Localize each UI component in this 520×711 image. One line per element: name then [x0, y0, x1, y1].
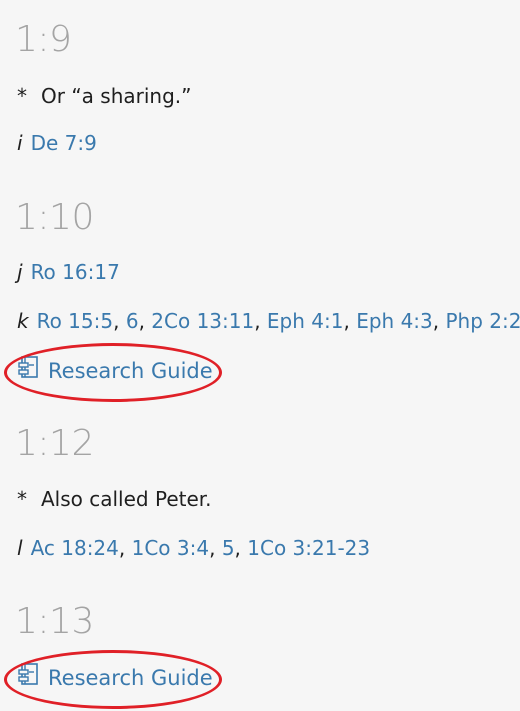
research-guide-icon [18, 355, 40, 385]
ref-link[interactable]: Ro 16:17 [31, 260, 120, 284]
ref-separator: , [432, 309, 446, 333]
ref-separator: , [113, 309, 126, 333]
research-guide-label: Research Guide [48, 666, 213, 690]
crossref-marker: j [17, 260, 23, 284]
ref-separator: , [138, 309, 152, 333]
crossref-l: l Ac 18:24, 1Co 3:4, 5, 1Co 3:21-23 [17, 536, 370, 560]
footnote-1-12: * Also called Peter. [17, 487, 212, 511]
ref-link[interactable]: 1Co 3:21-23 [247, 536, 370, 560]
crossref-j: j Ro 16:17 [17, 260, 120, 284]
crossref-k: k Ro 15:5, 6, 2Co 13:11, Eph 4:1, Eph 4:3… [17, 309, 520, 333]
research-guide-link[interactable]: Research Guide [18, 662, 213, 692]
footnote-marker: * [17, 487, 27, 511]
verse-heading-1-13: 1:13 [15, 601, 94, 642]
ref-separator: , [234, 536, 248, 560]
footnote-text: Or “a sharing.” [41, 84, 192, 108]
ref-separator: , [209, 536, 222, 560]
ref-link[interactable]: Eph 4:1 [267, 309, 344, 333]
footnote-1-9: * Or “a sharing.” [17, 84, 192, 108]
crossref-i: i De 7:9 [17, 131, 97, 155]
crossref-marker: k [17, 309, 29, 333]
verse-heading-1-12: 1:12 [15, 423, 94, 464]
ref-link[interactable]: Eph 4:3 [356, 309, 433, 333]
ref-link[interactable]: 2Co 13:11 [151, 309, 254, 333]
footnote-text: Also called Peter. [41, 487, 212, 511]
ref-link[interactable]: Ro 15:5 [37, 309, 114, 333]
ref-link[interactable]: Php 2:2 [445, 309, 520, 333]
ref-link[interactable]: De 7:9 [31, 131, 97, 155]
ref-separator: , [254, 309, 267, 333]
crossref-marker: l [17, 536, 23, 560]
ref-separator: , [118, 536, 132, 560]
research-guide-label: Research Guide [48, 359, 213, 383]
ref-link[interactable]: 5 [222, 536, 235, 560]
ref-separator: , [343, 309, 357, 333]
ref-link[interactable]: Ac 18:24 [31, 536, 119, 560]
verse-heading-1-9: 1:9 [15, 19, 72, 60]
research-guide-icon [18, 662, 40, 692]
ref-link[interactable]: 1Co 3:4 [132, 536, 209, 560]
research-guide-link[interactable]: Research Guide [18, 355, 213, 385]
ref-link[interactable]: 6 [126, 309, 139, 333]
footnote-marker: * [17, 84, 27, 108]
verse-heading-1-10: 1:10 [15, 197, 94, 238]
crossref-marker: i [17, 131, 23, 155]
